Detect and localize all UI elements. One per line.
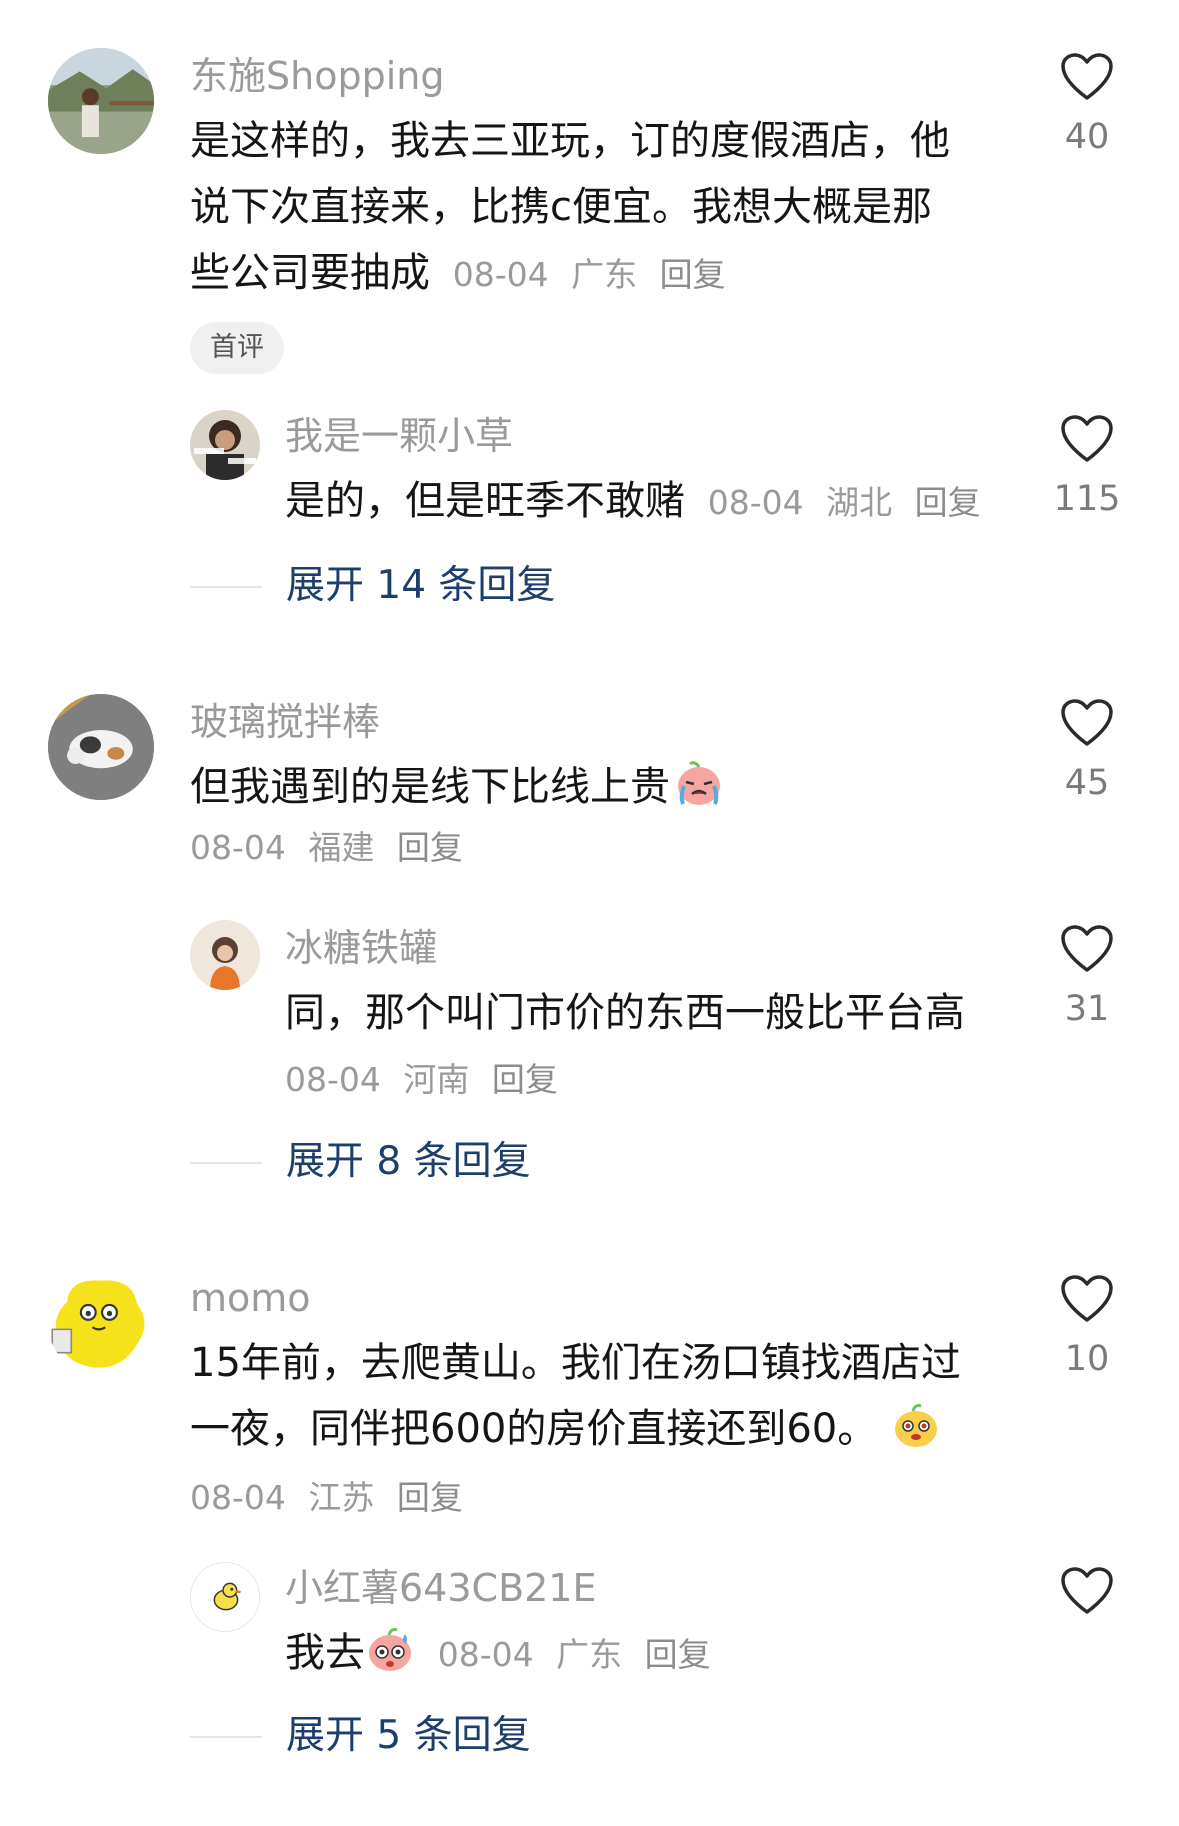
avatar[interactable] xyxy=(190,920,260,990)
sweating-face-emoji xyxy=(365,1624,415,1674)
reply-text: 我去 08-04 广东 回复 xyxy=(285,1620,711,1688)
like-count: 10 xyxy=(1064,1339,1110,1379)
reply-text: 是的，但是旺季不敢赌 08-04 湖北 回复 xyxy=(285,468,981,536)
reply-location: 广东 xyxy=(556,1635,623,1674)
reply-username[interactable]: 冰糖铁罐 xyxy=(285,926,437,970)
avatar[interactable] xyxy=(190,1562,260,1632)
comment-text-line-2: 一夜，同伴把600的房价直接还到60。 xyxy=(190,1406,878,1452)
comment-date: 08-04 xyxy=(190,1478,286,1517)
reply-username[interactable]: 小红薯643CB21E xyxy=(285,1566,597,1610)
reply-meta: 08-04 广东 回复 xyxy=(438,1635,711,1674)
heart-icon xyxy=(1061,925,1113,972)
divider xyxy=(190,586,262,588)
expand-replies-label[interactable]: 展开 14 条回复 xyxy=(286,562,555,610)
heart-icon xyxy=(1061,415,1113,462)
reply-location: 河南 xyxy=(403,1060,470,1099)
reply-meta: 08-04 湖北 回复 xyxy=(708,483,981,522)
comment-meta: 08-04 广东 回复 xyxy=(453,255,726,294)
comment-text-line: 一夜，同伴把600的房价直接还到60。 xyxy=(190,1396,941,1462)
first-comment-badge: 首评 xyxy=(190,322,284,374)
comment-location: 广东 xyxy=(571,255,638,294)
reply-button[interactable]: 回复 xyxy=(915,483,981,522)
comment-location: 福建 xyxy=(308,828,375,867)
comment-date: 08-04 xyxy=(452,255,549,294)
like-button[interactable]: 115 xyxy=(1052,414,1122,520)
like-button[interactable]: 40 xyxy=(1052,52,1122,158)
heart-icon xyxy=(1061,1275,1113,1322)
comment-text-line: 些公司要抽成 08-04 广东 回复 xyxy=(190,240,726,308)
expand-replies-label[interactable]: 展开 5 条回复 xyxy=(286,1712,531,1760)
heart-icon xyxy=(1061,1567,1113,1614)
heart-icon xyxy=(1061,53,1113,100)
comment-meta: 08-04 江苏 回复 xyxy=(190,1476,463,1520)
comment-username[interactable]: momo xyxy=(190,1276,311,1320)
crying-face-emoji xyxy=(674,758,724,808)
comment-username[interactable]: 玻璃搅拌棒 xyxy=(190,700,380,744)
avatar[interactable] xyxy=(190,410,260,480)
reply-text-content: 是的，但是旺季不敢赌 xyxy=(285,478,685,524)
avatar[interactable] xyxy=(48,48,154,154)
smug-face-emoji xyxy=(891,1400,941,1450)
like-count: 115 xyxy=(1053,479,1121,519)
reply-text-content: 我去 xyxy=(285,1630,365,1676)
reply-button[interactable]: 回复 xyxy=(645,1635,711,1674)
comment-text: 但我遇到的是线下比线上贵 xyxy=(190,754,724,820)
reply-date: 08-04 xyxy=(285,1060,381,1099)
divider xyxy=(190,1736,262,1738)
reply-button[interactable]: 回复 xyxy=(660,255,726,294)
comment-text-line: 说下次直接来，比携c便宜。我想大概是那 xyxy=(190,184,932,230)
avatar[interactable] xyxy=(48,1270,154,1376)
comment-text-line: 15年前，去爬黄山。我们在汤口镇找酒店过 xyxy=(190,1340,961,1386)
reply-meta: 08-04 河南 回复 xyxy=(285,1058,558,1102)
expand-replies-label[interactable]: 展开 8 条回复 xyxy=(286,1138,531,1186)
reply-button[interactable]: 回复 xyxy=(492,1060,558,1099)
reply-button[interactable]: 回复 xyxy=(397,828,463,867)
like-button[interactable]: 10 xyxy=(1052,1274,1122,1380)
comment-text-line-3: 些公司要抽成 xyxy=(190,250,430,296)
reply-location: 湖北 xyxy=(826,483,893,522)
like-button[interactable]: 45 xyxy=(1052,698,1122,804)
reply-username[interactable]: 我是一颗小草 xyxy=(285,414,513,458)
comment-text-content: 但我遇到的是线下比线上贵 xyxy=(190,764,670,810)
like-count: 45 xyxy=(1064,763,1110,803)
like-button[interactable]: 31 xyxy=(1052,924,1122,1030)
reply-date: 08-04 xyxy=(707,483,804,522)
comment-meta: 08-04 福建 回复 xyxy=(190,826,463,870)
like-button[interactable] xyxy=(1052,1566,1122,1630)
comment-location: 江苏 xyxy=(308,1478,375,1517)
comment-text-line: 是这样的，我去三亚玩，订的度假酒店，他 xyxy=(190,118,950,164)
comment-username[interactable]: 东施Shopping xyxy=(190,54,444,98)
heart-icon xyxy=(1061,699,1113,746)
comment-date: 08-04 xyxy=(190,828,286,867)
like-count: 40 xyxy=(1064,117,1110,157)
reply-date: 08-04 xyxy=(437,1635,534,1674)
avatar[interactable] xyxy=(48,694,154,800)
divider xyxy=(190,1162,262,1164)
reply-button[interactable]: 回复 xyxy=(397,1478,463,1517)
reply-text: 同，那个叫门市价的东西一般比平台高 xyxy=(285,990,965,1036)
like-count: 31 xyxy=(1064,989,1110,1029)
